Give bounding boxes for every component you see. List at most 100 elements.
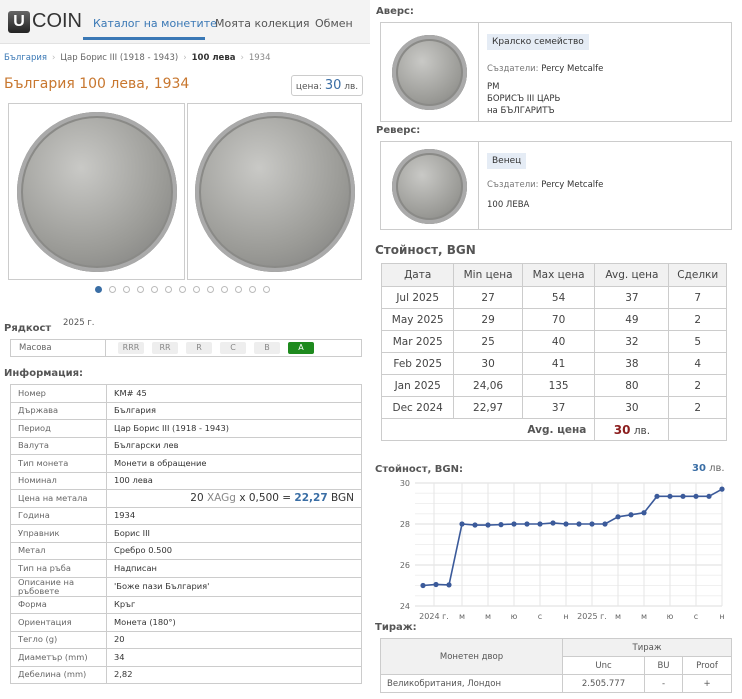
- data-point: [511, 521, 517, 527]
- info-value: Надписан: [106, 559, 362, 578]
- data-point: [498, 522, 504, 528]
- data-point: [446, 582, 452, 588]
- gallery-dot[interactable]: [221, 286, 228, 293]
- info-key: Период: [10, 419, 107, 438]
- column-header: Max цена: [521, 263, 596, 287]
- data-point: [654, 493, 660, 499]
- info-key: Валута: [10, 436, 107, 455]
- col-unc: Unc: [562, 656, 645, 675]
- info-value: 'Боже пази България': [106, 576, 362, 597]
- mint-bu: -: [644, 674, 683, 693]
- ucoin-logo[interactable]: U COIN: [8, 10, 82, 33]
- info-row: Управник Борис III: [10, 524, 362, 543]
- column-header: Avg. цена: [594, 263, 670, 287]
- gallery-dot[interactable]: [109, 286, 116, 293]
- obverse-tag[interactable]: Кралско семейство: [487, 34, 589, 50]
- info-key: Ориентация: [10, 613, 107, 632]
- obverse-inscription: PM: [487, 82, 500, 92]
- price-cell: 49: [594, 308, 670, 331]
- gallery-dot[interactable]: [151, 286, 158, 293]
- y-tick-label: 28: [400, 520, 410, 529]
- reverse-thumbnail[interactable]: [392, 149, 467, 224]
- info-value: 20: [106, 630, 362, 649]
- info-table: Номер KM# 45 Държава България Период Цар Бори…: [10, 384, 362, 684]
- price-badge[interactable]: цена: 30 лв.: [291, 75, 363, 96]
- info-key: Дебелина (mm): [10, 665, 107, 684]
- info-row: Валута Български лев: [10, 436, 362, 455]
- mintage-header: Тираж: [562, 638, 732, 657]
- rarity-level: R: [186, 342, 212, 354]
- obverse-creator[interactable]: Percy Metcalfe: [541, 64, 603, 74]
- nav-exchange[interactable]: Обмен: [315, 17, 353, 30]
- price-cell: Dec 2024: [380, 396, 455, 419]
- metal-price-value: 20 XAGg x 0,500 = 22,27 BGN: [106, 489, 362, 508]
- gallery-dot[interactable]: [123, 286, 130, 293]
- obverse-thumbnail[interactable]: [392, 35, 467, 110]
- gallery-dot[interactable]: [165, 286, 172, 293]
- data-point: [576, 521, 582, 527]
- reverse-panel: Венец Създатели: Percy Metcalfe 100 ЛЕВА: [380, 141, 732, 230]
- x-tick-label: м: [459, 612, 465, 621]
- price-cell: 37: [521, 396, 596, 419]
- price-cell: 37: [594, 286, 670, 309]
- reverse-photo[interactable]: [187, 103, 362, 280]
- y-tick-label: 24: [400, 602, 410, 611]
- gallery-dot[interactable]: [179, 286, 186, 293]
- reverse-inscription: 100 ЛЕВА: [487, 200, 530, 210]
- gallery-dot[interactable]: [193, 286, 200, 293]
- gallery-dot[interactable]: [95, 286, 102, 293]
- price-label: цена:: [295, 82, 322, 92]
- data-point: [641, 510, 647, 516]
- reverse-tag[interactable]: Венец: [487, 153, 527, 169]
- price-cell: 29: [453, 308, 523, 331]
- breadcrumb-denomination[interactable]: 100 лева: [192, 53, 236, 63]
- column-header: Сделки: [668, 263, 727, 287]
- price-cell: 22,97: [453, 396, 523, 419]
- data-point: [719, 486, 725, 492]
- breadcrumb-country[interactable]: България: [4, 53, 47, 63]
- data-point: [472, 522, 478, 528]
- nav-active-indicator: [83, 37, 205, 40]
- gallery-dot[interactable]: [235, 286, 242, 293]
- avg-label: Avg. цена: [380, 418, 596, 441]
- info-key: Тип монета: [10, 454, 107, 473]
- data-point: [524, 521, 530, 527]
- col-proof: Proof: [682, 656, 732, 675]
- data-point: [537, 521, 543, 527]
- info-row-metal-price: Цена на метала 20 XAGg x 0,500 = 22,27 BG…: [10, 489, 362, 508]
- obverse-inscription: на БЪЛГАРИТЪ: [487, 106, 555, 116]
- breadcrumb-period[interactable]: Цар Борис III (1918 - 1943): [60, 53, 178, 63]
- data-point: [433, 581, 439, 588]
- price-cell: 70: [521, 308, 596, 331]
- price-cell: 41: [521, 352, 596, 375]
- gallery-dot[interactable]: [137, 286, 144, 293]
- breadcrumb: България › Цар Борис III (1918 - 1943) › 100…: [4, 53, 271, 63]
- info-key: Тегло (g): [10, 630, 107, 649]
- info-row: Тегло (g) 20: [10, 630, 362, 649]
- info-key: Номинал: [10, 471, 107, 490]
- gallery-dot[interactable]: [207, 286, 214, 293]
- obverse-photo[interactable]: [8, 103, 185, 280]
- info-value: Сребро 0.500: [106, 541, 362, 560]
- price-cell: 2: [668, 396, 727, 419]
- creators-label: Създатели:: [487, 64, 539, 74]
- price-chart[interactable]: 2024 г. м м ю с н 2025 г. м м ю с н 30 28 26 24: [375, 476, 742, 626]
- data-point: [667, 493, 673, 499]
- rarity-level: A: [288, 342, 314, 354]
- reverse-creator[interactable]: Percy Metcalfe: [541, 180, 603, 190]
- data-point: [628, 512, 634, 518]
- creators-label: Създатели:: [487, 180, 539, 190]
- price-currency: лв.: [344, 82, 359, 92]
- x-tick-label: с: [694, 612, 698, 621]
- price-history-table: Дата Min цена Max цена Avg. цена Сделки Jul 2…: [380, 263, 727, 441]
- y-tick-label: 26: [400, 561, 410, 570]
- gallery-dot[interactable]: [263, 286, 270, 293]
- nav-my-collection[interactable]: Моята колекция: [215, 17, 310, 30]
- x-tick-label: н: [563, 612, 568, 621]
- price-cell: 7: [668, 286, 727, 309]
- info-key: Тип на ръба: [10, 559, 107, 578]
- coin-obverse-image: [17, 112, 177, 272]
- mintage-row: Великобритания, Лондон 2.505.777- +: [380, 674, 732, 693]
- nav-catalog[interactable]: Каталог на монетите: [93, 17, 217, 30]
- gallery-dot[interactable]: [249, 286, 256, 293]
